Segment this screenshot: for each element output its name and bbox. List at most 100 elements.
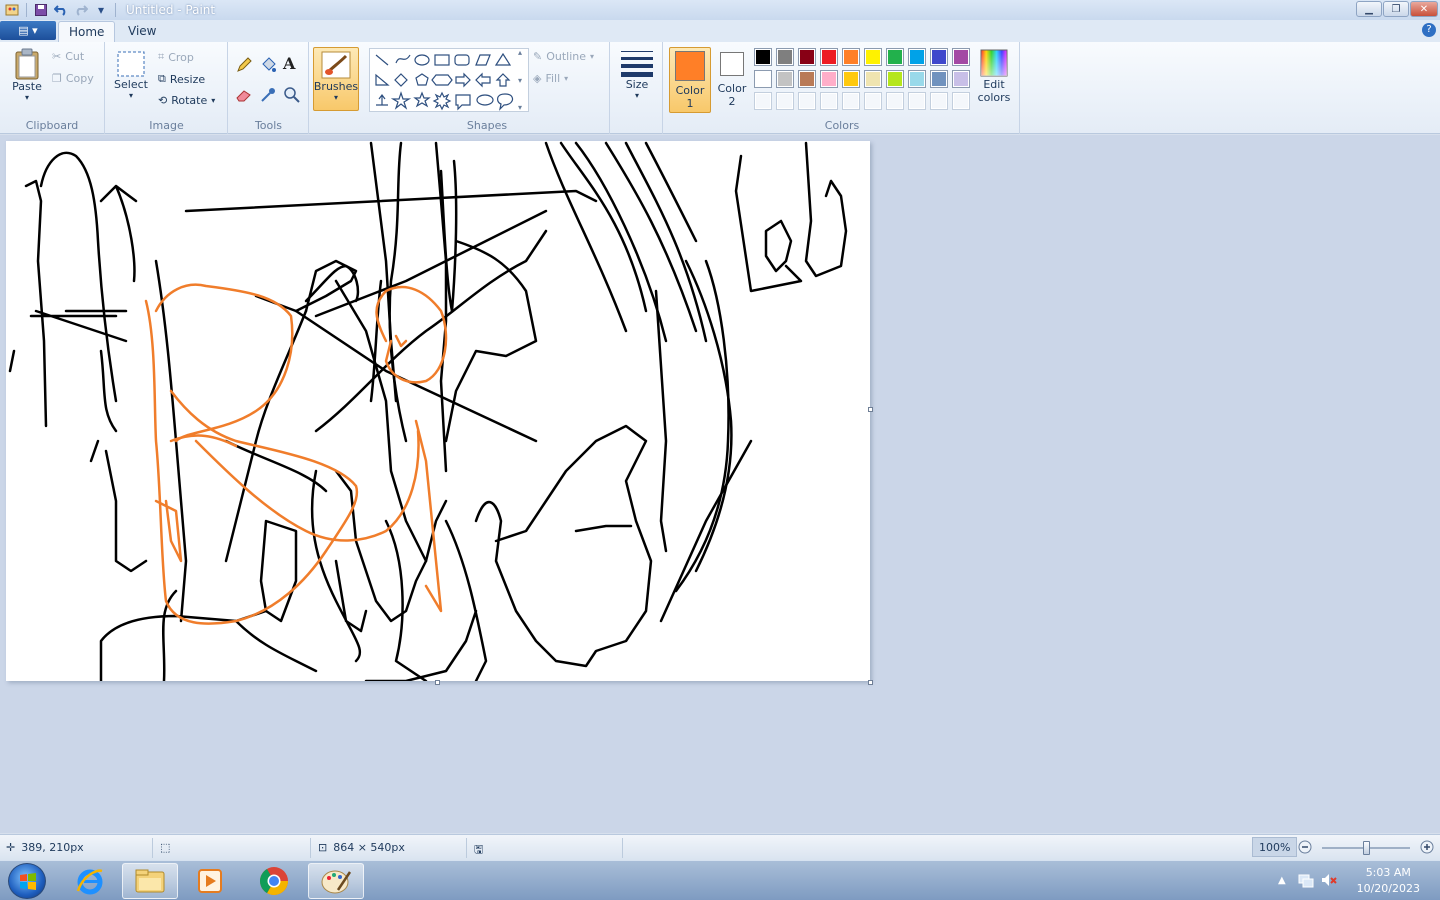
palette-swatch-empty[interactable] [798,92,816,110]
scroll-up-icon[interactable]: ▴ [518,48,522,57]
colors-group-label: Colors [824,119,860,132]
color1-button[interactable]: Color 1 [669,47,711,113]
fill-bucket-icon[interactable] [259,56,277,74]
palette-swatch[interactable] [864,70,882,88]
colors-group: Color 1 Color 2 Edit colors Colors [664,42,1020,134]
palette-swatch[interactable] [754,70,772,88]
palette-swatch[interactable] [952,48,970,66]
scissors-icon: ✂ [52,50,62,63]
copy-button[interactable]: ❐ Copy [52,72,94,85]
palette-swatch[interactable] [798,48,816,66]
show-hidden-icons-icon[interactable]: ▲ [1278,875,1286,886]
palette-swatch[interactable] [820,70,838,88]
paste-button[interactable]: Paste ▾ [8,48,46,102]
resize-handle-bottom[interactable] [435,680,440,685]
palette-swatch[interactable] [820,48,838,66]
taskbar-paint[interactable] [308,863,364,899]
shapes-gallery[interactable] [369,48,529,112]
palette-swatch[interactable] [952,70,970,88]
color2-button[interactable]: Color 2 [714,50,750,108]
resize-handle-right[interactable] [868,407,873,412]
palette-swatch[interactable] [930,48,948,66]
palette-swatch-empty[interactable] [908,92,926,110]
rotate-button[interactable]: ⟲ Rotate ▾ [158,94,215,107]
zoom-slider[interactable] [1322,841,1410,855]
palette-swatch[interactable] [886,70,904,88]
resize-icon: ⧉ [158,72,166,85]
expand-gallery-icon[interactable]: ▾ [518,103,522,112]
palette-swatch[interactable] [908,70,926,88]
text-tool-icon[interactable]: A [283,54,295,73]
save-icon[interactable] [31,1,51,19]
size-button[interactable]: Size ▾ [619,48,655,100]
select-button[interactable]: Select ▾ [114,50,148,100]
help-icon[interactable]: ? [1422,23,1436,37]
palette-swatch[interactable] [908,48,926,66]
taskbar-media-player[interactable] [182,863,238,899]
resize-button[interactable]: ⧉ Resize [158,72,205,86]
brushes-button[interactable]: Brushes ▾ [313,47,359,111]
palette-swatch[interactable] [754,48,772,66]
cut-label: Cut [65,50,85,63]
scroll-down-icon[interactable]: ▾ [518,76,522,85]
palette-swatch[interactable] [930,70,948,88]
resize-handle-corner[interactable] [868,680,873,685]
shapes-group: ▴ ▾ ▾ ✎ Outline ▾ ◈ Fill ▾ Shapes [365,42,610,134]
paint-app-icon[interactable] [2,1,22,19]
palette-swatch-empty[interactable] [864,92,882,110]
palette-swatch-empty[interactable] [776,92,794,110]
palette-swatch-empty[interactable] [842,92,860,110]
canvas-workspace [0,135,1440,833]
image-group-label: Image [149,119,184,132]
palette-swatch-empty[interactable] [754,92,772,110]
edit-colors-button[interactable]: Edit colors [974,48,1014,104]
palette-swatch-empty[interactable] [930,92,948,110]
canvas-size: ⊡ 864 × 540px [318,841,405,854]
color-picker-icon[interactable] [259,86,277,104]
paint-menu-button[interactable]: ▤ ▾ [0,21,56,40]
taskbar-chrome[interactable] [246,863,302,899]
palette-swatch[interactable] [886,48,904,66]
cut-button[interactable]: ✂ Cut [52,50,84,63]
palette-swatch[interactable] [776,48,794,66]
zoom-slider-thumb[interactable] [1363,841,1370,855]
palette-swatch[interactable] [842,48,860,66]
tab-home[interactable]: Home [58,21,116,42]
drawing-canvas[interactable] [6,141,870,681]
customize-qat-chevron-icon[interactable]: ▾ [91,1,111,19]
resize-label: Resize [169,72,206,86]
shapes-scroller[interactable]: ▴ ▾ ▾ [513,48,527,112]
canvas-size-value: 864 × 540px [333,841,405,854]
fill-button[interactable]: ◈ Fill ▾ [533,72,568,85]
tools-group-label: Tools [254,119,283,132]
taskbar-internet-explorer[interactable] [62,863,118,899]
palette-swatch-empty[interactable] [820,92,838,110]
zoom-out-button[interactable] [1298,840,1312,854]
palette-swatch[interactable] [864,48,882,66]
restore-button[interactable]: ❐ [1383,1,1409,17]
undo-icon[interactable] [51,1,71,19]
network-icon[interactable] [1298,872,1314,891]
line-width-icon [620,48,654,78]
pencil-icon[interactable] [235,56,253,74]
palette-swatch[interactable] [776,70,794,88]
close-button[interactable]: ✕ [1410,1,1438,17]
redo-icon[interactable] [71,1,91,19]
start-button[interactable] [8,863,46,899]
zoom-in-button[interactable] [1420,840,1434,854]
minimize-button[interactable]: ▁ [1356,1,1382,17]
palette-swatch-empty[interactable] [886,92,904,110]
clock[interactable]: 5:03 AM 10/20/2023 [1357,865,1420,897]
outline-button[interactable]: ✎ Outline ▾ [533,50,594,63]
eraser-icon[interactable] [235,86,253,104]
magnifier-icon[interactable] [283,86,301,104]
palette-swatch[interactable] [842,70,860,88]
shapes-group-label: Shapes [466,119,508,132]
crop-button[interactable]: ⌗ Crop [158,50,194,64]
volume-muted-icon[interactable] [1320,872,1338,891]
palette-swatch[interactable] [798,70,816,88]
edit-colors-label-line1: Edit [983,78,1005,91]
palette-swatch-empty[interactable] [952,92,970,110]
taskbar-file-explorer[interactable] [122,863,178,899]
tab-view[interactable]: View [118,21,166,42]
